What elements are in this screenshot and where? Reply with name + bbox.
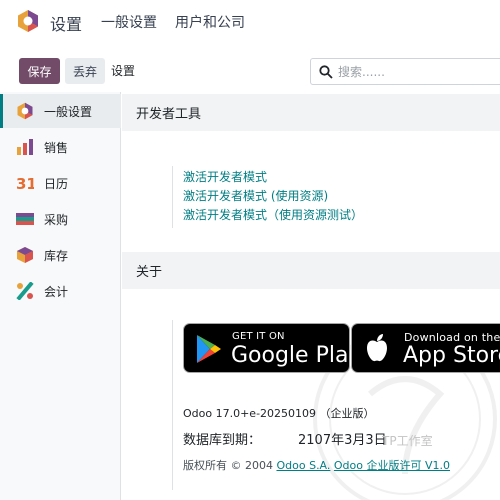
settings-app-icon[interactable] <box>17 9 39 33</box>
activate-developer-mode-link[interactable]: 激活开发者模式 <box>183 168 267 185</box>
sidebar-item-label: 一般设置 <box>44 104 93 119</box>
settings-content: 开发者工具 激活开发者模式 激活开发者模式 (使用资源) 激活开发者模式（使用资… <box>122 92 500 500</box>
discard-button[interactable]: 丢弃 <box>65 58 105 84</box>
google-play-badge[interactable]: GET IT ON Google Play <box>183 323 350 373</box>
menu-general-settings[interactable]: 一般设置 <box>101 12 157 32</box>
section-title: 开发者工具 <box>136 107 202 122</box>
top-navbar: 设置 一般设置 用户和公司 <box>0 0 500 44</box>
sales-app-icon <box>17 139 33 155</box>
activate-developer-mode-tests-link[interactable]: 激活开发者模式（使用资源测试） <box>183 206 363 223</box>
divider <box>172 166 173 228</box>
app-title[interactable]: 设置 <box>50 11 82 35</box>
copyright-prefix: 版权所有 © 2004 <box>183 459 277 472</box>
about-header: 关于 <box>122 252 500 289</box>
google-play-big-text: Google Play <box>231 343 350 368</box>
calendar-app-icon: 31 <box>16 175 34 192</box>
watermark-text: TP工作室 <box>382 434 433 448</box>
google-play-small-text: GET IT ON <box>232 331 285 342</box>
google-play-icon <box>197 335 221 363</box>
divider <box>172 320 173 490</box>
accounting-app-icon <box>16 282 34 300</box>
breadcrumb: 设置 <box>111 64 136 78</box>
sidebar-item-calendar[interactable]: 31 日历 <box>0 166 121 200</box>
app-store-badge[interactable]: Download on the App Store <box>351 323 500 373</box>
copyright-line: 版权所有 © 2004 Odoo S.A. Odoo 企业版许可 V1.0 <box>183 457 450 473</box>
sidebar-item-accounting[interactable]: 会计 <box>0 274 121 308</box>
apple-icon <box>367 334 387 362</box>
activate-developer-mode-assets-link[interactable]: 激活开发者模式 (使用资源) <box>183 187 328 204</box>
sidebar-item-sales[interactable]: 销售 <box>0 130 121 164</box>
sidebar-item-label: 采购 <box>44 212 69 227</box>
section-title: 关于 <box>136 265 163 280</box>
sidebar-item-label: 会计 <box>44 284 69 299</box>
purchase-app-icon <box>16 213 34 225</box>
app-store-big-text: App Store <box>403 343 500 368</box>
menu-users-companies[interactable]: 用户和公司 <box>175 12 245 32</box>
search-box[interactable] <box>310 58 500 85</box>
sidebar-item-label: 库存 <box>44 248 69 263</box>
odoo-sa-link[interactable]: Odoo S.A. <box>276 459 330 472</box>
developer-tools-header: 开发者工具 <box>122 94 500 131</box>
sidebar-item-label: 销售 <box>44 140 69 155</box>
search-icon <box>319 65 333 79</box>
settings-sidebar: 一般设置 销售 31 日历 采购 库存 会计 <box>0 92 121 500</box>
sidebar-item-purchase[interactable]: 采购 <box>0 202 121 236</box>
svg-text:31: 31 <box>16 175 34 192</box>
enterprise-license-link[interactable]: Odoo 企业版许可 V1.0 <box>334 459 450 472</box>
settings-app-icon <box>17 102 33 120</box>
sidebar-item-inventory[interactable]: 库存 <box>0 238 121 272</box>
sidebar-item-general-settings[interactable]: 一般设置 <box>0 94 121 128</box>
expiry-label: 数据库到期： <box>183 433 262 448</box>
sidebar-item-label: 日历 <box>44 176 69 191</box>
save-button[interactable]: 保存 <box>19 58 60 84</box>
expiry-date: 2107年3月3日 <box>298 433 387 448</box>
version-text: Odoo 17.0+e-20250109 （企业版） <box>183 407 375 420</box>
search-input[interactable] <box>338 63 498 81</box>
inventory-app-icon <box>17 247 33 263</box>
